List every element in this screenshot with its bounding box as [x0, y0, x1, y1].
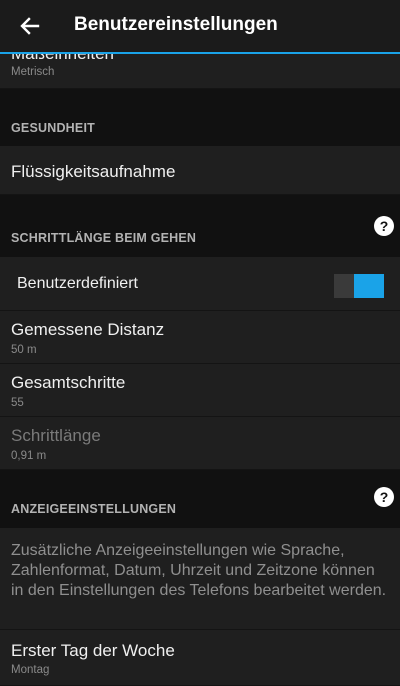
section-display: ANZEIGEEINSTELLUNGEN	[11, 502, 177, 516]
page-title: Benutzereinstellungen	[74, 14, 278, 35]
toggle-knob	[354, 274, 384, 298]
display-info-text: Zusätzliche Anzeigeeinstellungen wie Spr…	[11, 542, 387, 599]
stride-length-title: Schrittlänge	[11, 426, 101, 445]
stride-length-row: Schrittlänge 0,91 m	[0, 417, 400, 470]
help-icon[interactable]: ?	[374, 487, 394, 507]
units-value: Metrisch	[11, 66, 55, 78]
total-steps-title: Gesamtschritte	[11, 373, 126, 392]
custom-stride-label: Benutzerdefiniert	[17, 275, 138, 292]
arrow-left-icon[interactable]	[18, 14, 42, 38]
first-day-title: Erster Tag der Woche	[11, 641, 175, 660]
custom-stride-toggle[interactable]	[334, 274, 384, 298]
help-icon[interactable]: ?	[374, 216, 394, 236]
display-info-row: Zusätzliche Anzeigeeinstellungen wie Spr…	[0, 528, 400, 630]
measured-distance-row[interactable]: Gemessene Distanz 50 m	[0, 311, 400, 364]
first-day-value: Montag	[11, 664, 50, 676]
fluid-intake-title: Flüssigkeitsaufnahme	[11, 162, 176, 181]
custom-stride-row[interactable]: Benutzerdefiniert	[0, 257, 400, 311]
stride-length-value: 0,91 m	[11, 450, 47, 462]
section-stride: SCHRITTLÄNGE BEIM GEHEN	[11, 231, 197, 245]
section-health: GESUNDHEIT	[11, 121, 95, 135]
measured-distance-title: Gemessene Distanz	[11, 320, 165, 339]
fluid-intake-row[interactable]: Flüssigkeitsaufnahme	[0, 146, 400, 195]
first-day-row[interactable]: Erster Tag der Woche Montag	[0, 630, 400, 686]
total-steps-row[interactable]: Gesamtschritte 55	[0, 364, 400, 417]
measured-distance-value: 50 m	[11, 344, 37, 356]
app-bar: Benutzereinstellungen	[0, 0, 400, 54]
total-steps-value: 55	[11, 397, 24, 409]
